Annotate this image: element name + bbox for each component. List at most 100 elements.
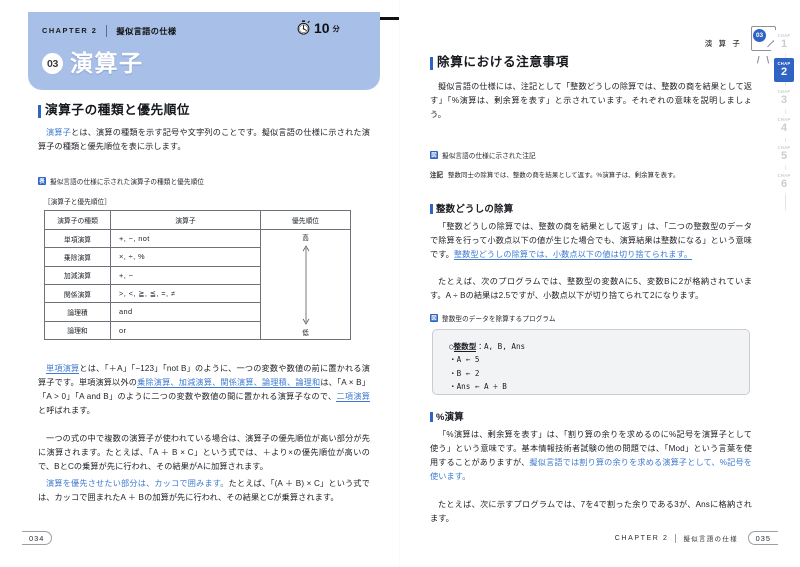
cell-ops: +, −, not (110, 228, 261, 249)
note-caption: 図 擬似言語の仕様に示された注記 (430, 150, 536, 160)
cell-ops: ×, ÷, % (110, 247, 261, 267)
cell-priority: 高 低 (260, 229, 351, 340)
running-head-text: 演 算 子 (704, 38, 742, 48)
cell-kind: 関係演算 (44, 283, 111, 304)
left-paragraph-3: 一つの式の中で複数の演算子が使われている場合は、演算子の優先順位が高い部分が先に… (38, 434, 370, 472)
right-paragraph-2: 「整数どうしの除算では、整数の商を結果として返す」は、「二つの整数型のデータで除… (430, 220, 752, 262)
chapter-subtitle: 擬似言語の仕様 (116, 26, 177, 36)
stopwatch-icon (296, 20, 311, 35)
sidetab-number: 3 (780, 94, 788, 107)
timer-unit: 分 (332, 25, 340, 33)
left-paragraph-2: 単項演算とは、「＋A」「−123」「not B」のように、一つの変数や数値の前に… (38, 362, 371, 418)
book-spread: CHAPTER 2 擬似言語の仕様 10 分 03 演算子 演算子の種類と優先順… (0, 0, 800, 567)
running-head: 演 算 子 03 (704, 26, 780, 64)
figure-marker-icon: 図 (430, 314, 438, 322)
term-truncation: 整数型どうしの除算では、小数点以下の値は切り捨てられます。 (453, 250, 693, 261)
cell-ops: or (110, 320, 261, 341)
sidetab-chapter-3[interactable]: CHAP 3 (774, 86, 794, 110)
page-number-right: 035 (747, 531, 778, 545)
footer-divider (675, 534, 677, 543)
right-page: 演 算 子 03 CHAP 1 CHAP 2 CHAP 3 CHAP 4 CHA… (400, 0, 800, 567)
mascot-legs (756, 51, 770, 64)
sidetab-chapter-4[interactable]: CHAP 4 (774, 114, 794, 138)
cell-ops: and (110, 302, 261, 322)
footer-running-head: CHAPTER 2 擬似言語の仕様 (615, 534, 738, 543)
term-binary-operation: 二項演算 (336, 392, 371, 403)
sidetab-number: 4 (780, 122, 788, 135)
note-text: 整数同士の除算では、整数の商を結果として返す。%演算子は、剰余算を表す。 (447, 172, 680, 179)
section-number-badge: 03 (42, 53, 63, 74)
term-operator: 演算子 (46, 128, 72, 137)
sidetab-chapter-5[interactable]: CHAP 5 (774, 142, 794, 166)
timer-value: 10 (314, 19, 330, 36)
section-title-row: 03 演算子 (42, 52, 144, 75)
sidetab-chapter-1[interactable]: CHAP 1 (774, 30, 794, 54)
right-paragraph-5: たとえば、次に示すプログラムでは、7を4で割った余りである3が、Ansに格納され… (430, 500, 752, 524)
chapter-side-tabs: CHAP 1 CHAP 2 CHAP 3 CHAP 4 CHAP 5 CHAP … (774, 30, 796, 198)
code-caption: 図 整数型のデータを除算するプログラム (430, 313, 556, 323)
cell-ops: >, <, ≧, ≦, =, ≠ (110, 283, 261, 304)
sidetab-number: 1 (780, 38, 788, 51)
term-parentheses-priority: 演算を優先させたい部分は、カッコで囲みます。 (46, 479, 229, 488)
chapter-breadcrumb: CHAPTER 2 擬似言語の仕様 (42, 23, 177, 38)
right-heading-division-notes: 除算における注意事項 (430, 55, 569, 70)
right-heading-integer-division: 整数どうしの除算 (430, 203, 513, 215)
priority-scale: 高 低 (261, 230, 350, 339)
footer-chapter-label: CHAPTER 2 (614, 535, 669, 542)
figure-marker-icon: 図 (430, 151, 438, 159)
cell-kind: 論理和 (44, 320, 111, 341)
term-binary-kinds: 乗除演算、加減演算、関係演算、論理積、論理和 (137, 378, 321, 389)
left-paragraph-1: 演算子とは、演算の種類を示す記号や文字列のことです。擬似言語の仕様に示された演算… (38, 126, 370, 154)
operator-precedence-table: 演算子の種類 演算子 優先順位 単項演算 +, −, not 高 低 乗除演算 … (44, 210, 351, 341)
priority-low-label: 低 (302, 330, 309, 337)
table-caption-text: 擬似言語の仕様に示された演算子の種類と優先順位 (50, 179, 204, 186)
right-paragraph-4: 「%演算は、剰余算を表す」は、「割り算の余りを求めるのに%記号を演算子として使う… (430, 428, 752, 484)
chapter-label: CHAPTER 2 (42, 26, 98, 35)
left-page: CHAPTER 2 擬似言語の仕様 10 分 03 演算子 演算子の種類と優先順… (0, 0, 798, 567)
term-unary-operation: 単項演算 (46, 364, 80, 374)
code-line-4: ・Ans ← A ÷ B (449, 381, 507, 391)
code-line-3: ・B ← 2 (449, 368, 480, 378)
th-operator-kind: 演算子の種類 (44, 210, 111, 230)
cell-kind: 単項演算 (44, 228, 111, 249)
cell-ops: +, − (110, 265, 261, 285)
cell-kind: 乗除演算 (44, 247, 111, 267)
left-paragraph-1-rest: とは、演算の種類を示す記号や文字列のことです。擬似言語の仕様に示された演算子の種… (38, 128, 370, 152)
left-paragraph-4: 演算を優先させたい部分は、カッコで囲みます。たとえば、「(A ＋ B) × C」… (38, 477, 370, 505)
right-paragraph-1: 擬似言語の仕様には、注記として「整数どうしの除算では、整数の商を結果として返す」… (430, 82, 752, 120)
sidetab-number: 2 (780, 66, 788, 79)
page-number-left: 034 (22, 531, 53, 545)
figure-marker-icon: 表 (38, 177, 46, 185)
code-keyword-integer-type: 整数型 (453, 342, 477, 352)
code-content: ○整数型：A, B, Ans ・A ← 5 ・B ← 2 ・Ans ← A ÷ … (449, 342, 526, 391)
table-header-row: 演算子の種類 演算子 優先順位 (44, 210, 351, 230)
table-row: 単項演算 +, −, not 高 低 (44, 228, 351, 340)
code-caption-text: 整数型のデータを除算するプログラム (442, 316, 556, 323)
note-caption-text: 擬似言語の仕様に示された注記 (442, 153, 536, 160)
section-title: 演算子 (70, 50, 144, 76)
note-label: 注記 (430, 172, 443, 179)
table-caption: 表 擬似言語の仕様に示された演算子の種類と優先順位 (38, 176, 204, 186)
code-line-1-rest: ：A, B, Ans (476, 342, 526, 351)
cell-kind: 論理積 (44, 302, 111, 322)
sidetab-chapter-6[interactable]: CHAP 6 (774, 170, 794, 194)
breadcrumb-divider (106, 24, 108, 37)
priority-high-label: 高 (302, 235, 309, 242)
code-line-2: ・A ← 5 (449, 355, 480, 365)
sidetab-number: 6 (780, 178, 788, 191)
left-paragraph-2-s3: と呼ばれます。 (38, 406, 95, 416)
sidetab-chapter-2[interactable]: CHAP 2 (774, 58, 794, 82)
note-line: 注記 整数同士の除算では、整数の商を結果として返す。%演算子は、剰余算を表す。 (430, 170, 760, 179)
cell-kind: 加減演算 (44, 265, 111, 285)
th-operator: 演算子 (110, 210, 261, 230)
right-heading-modulo: %演算 (430, 411, 464, 423)
left-heading-operators: 演算子の種類と優先順位 (38, 103, 190, 118)
code-block-division: ○整数型：A, B, Ans ・A ← 5 ・B ← 2 ・Ans ← A ÷ … (432, 329, 750, 395)
table-name: ［演算子と優先順位］ (44, 199, 111, 206)
sidetab-number: 5 (780, 150, 788, 163)
mascot-section-badge: 03 (753, 29, 766, 42)
study-time-badge: 10 分 (296, 20, 340, 35)
th-priority: 優先順位 (260, 210, 351, 230)
priority-arrow-icon (301, 243, 310, 329)
right-paragraph-3: たとえば、次のプログラムでは、整数型の変数Aに5、変数Bに2が格納されています。… (430, 277, 752, 301)
